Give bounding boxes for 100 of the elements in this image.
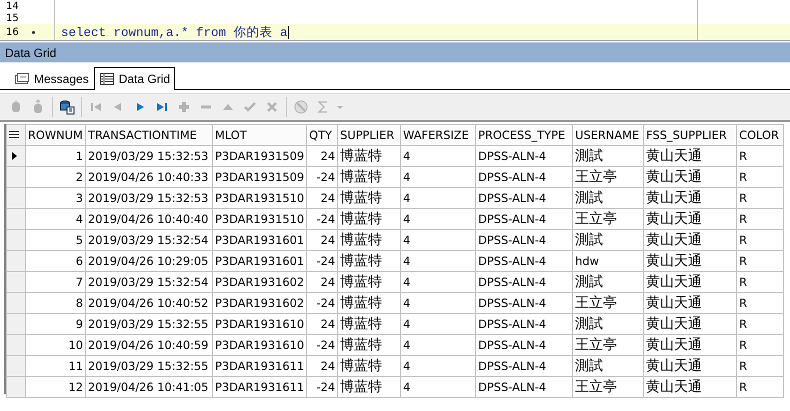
table-cell: 博蓝特 (338, 314, 401, 334)
table-cell: 王立亭 (572, 208, 644, 230)
table-cell: -24 (306, 166, 338, 188)
table-cell: 24 (306, 230, 338, 250)
table-cell: 王立亭 (572, 166, 644, 188)
panel-title-bar: Data Grid (0, 42, 790, 63)
table-cell: 博蓝特 (338, 376, 401, 398)
table-cell: 5 (26, 230, 86, 250)
table-cell: 4 (26, 208, 86, 230)
table-cell: 24 (306, 188, 338, 208)
table-cell: 4 (400, 356, 476, 376)
column-header[interactable]: QTY (306, 124, 338, 146)
table-cell: DPSS-ALN-4 (476, 376, 573, 398)
table-cell: R (736, 376, 784, 398)
table-cell: 黄山天通 (644, 334, 737, 356)
row-indicator[interactable] (6, 146, 26, 166)
grid-icon (98, 72, 115, 86)
table-cell: 4 (400, 376, 476, 398)
table-cell: 11 (26, 356, 86, 376)
column-header[interactable]: WAFERSIZE (400, 124, 476, 146)
table-cell: 黄山天通 (644, 250, 737, 272)
table-cell: 12 (26, 376, 86, 398)
table-cell: DPSS-ALN-4 (476, 250, 573, 272)
first-record-icon (91, 103, 101, 111)
table-cell: 王立亭 (572, 376, 644, 398)
table-cell: DPSS-ALN-4 (476, 314, 573, 334)
table-cell: 王立亭 (572, 334, 644, 356)
table-cell: 2019/03/29 15:32:53 (86, 188, 212, 208)
sigma-icon (317, 101, 327, 113)
column-header[interactable]: COLOR (736, 124, 784, 146)
table-cell: 王立亭 (572, 292, 644, 314)
table-cell: P3DAR1931601 (212, 250, 307, 272)
table-cell: P3DAR1931602 (212, 292, 307, 314)
column-header[interactable]: PROCESS_TYPE (476, 124, 573, 146)
sql-code-line[interactable]: select rownum,a.* from 你的表 a (61, 24, 288, 40)
table-cell: 黄山天通 (644, 208, 737, 230)
table-cell: 測試 (572, 356, 644, 376)
table-cell: 24 (306, 314, 338, 334)
table-cell: 黄山天通 (644, 146, 737, 166)
table-cell: 黄山天通 (644, 314, 737, 334)
table-cell: 2019/04/26 10:40:59 (86, 334, 212, 356)
database-export-icon (60, 100, 74, 114)
table-cell: 測試 (572, 272, 644, 292)
column-header[interactable]: SUPPLIER (338, 124, 401, 146)
table-cell: 24 (306, 146, 338, 166)
table-cell: 4 (400, 146, 476, 166)
table-cell: P3DAR1931509 (212, 146, 307, 166)
table-cell: 博蓝特 (338, 272, 401, 292)
table-cell: 黄山天通 (644, 356, 737, 376)
last-record-icon (157, 103, 167, 111)
column-header[interactable]: TRANSACTIONTIME (86, 124, 212, 146)
table-cell: 測試 (572, 314, 644, 334)
table-cell: 2019/03/29 15:32:53 (86, 146, 212, 166)
table-cell: R (736, 356, 784, 376)
next-record-icon (137, 103, 144, 111)
table-cell: 4 (400, 188, 476, 208)
table-cell: -24 (306, 208, 338, 230)
table-cell: 博蓝特 (338, 208, 401, 230)
caret-icon (337, 106, 343, 109)
table-cell: 博蓝特 (338, 188, 401, 208)
plus-icon (179, 102, 189, 112)
table-cell: R (736, 208, 784, 230)
column-header[interactable]: MLOT (212, 124, 307, 146)
table-cell: P3DAR1931509 (212, 166, 307, 188)
column-header[interactable]: FSS_SUPPLIER (644, 124, 737, 146)
table-cell: 4 (400, 314, 476, 334)
table-cell: 3 (26, 188, 86, 208)
tab[interactable]: Data Grid (94, 67, 176, 90)
table-cell: P3DAR1931611 (212, 376, 307, 398)
line-number: 15 (5, 12, 20, 24)
table-cell: 黄山天通 (644, 166, 737, 188)
table-cell: 博蓝特 (338, 166, 401, 188)
table-cell: P3DAR1931610 (212, 314, 307, 334)
tab[interactable]: Messages (9, 68, 94, 89)
minus-icon (201, 106, 211, 108)
column-header[interactable]: USERNAME (572, 124, 644, 146)
stacked-pages-icon (14, 72, 30, 86)
table-cell: 黄山天通 (644, 272, 737, 292)
table-cell: 2 (26, 166, 86, 188)
table-cell: P3DAR1931601 (212, 230, 307, 250)
table-cell: 黄山天通 (644, 292, 737, 314)
column-header[interactable]: ROWNUM (26, 124, 86, 146)
table-cell: R (736, 188, 784, 208)
table-cell: -24 (306, 376, 338, 398)
line-number: 16 (5, 26, 20, 38)
table-cell: 黄山天通 (644, 376, 737, 398)
table-cell: DPSS-ALN-4 (476, 166, 573, 188)
table-cell: 2019/04/26 10:41:05 (86, 376, 212, 398)
table-cell: 1 (26, 146, 86, 166)
table-cell: P3DAR1931602 (212, 272, 307, 292)
table-cell: 2019/04/26 10:40:52 (86, 292, 212, 314)
table-cell: R (736, 292, 784, 314)
table-cell: 黄山天通 (644, 188, 737, 208)
prior-record-icon (114, 103, 121, 111)
table-cell: 博蓝特 (338, 356, 401, 376)
table-cell: R (736, 272, 784, 292)
table-cell: 4 (400, 272, 476, 292)
table-cell: 博蓝特 (338, 146, 401, 166)
table-cell: R (736, 334, 784, 356)
table-cell: 黄山天通 (644, 230, 737, 250)
